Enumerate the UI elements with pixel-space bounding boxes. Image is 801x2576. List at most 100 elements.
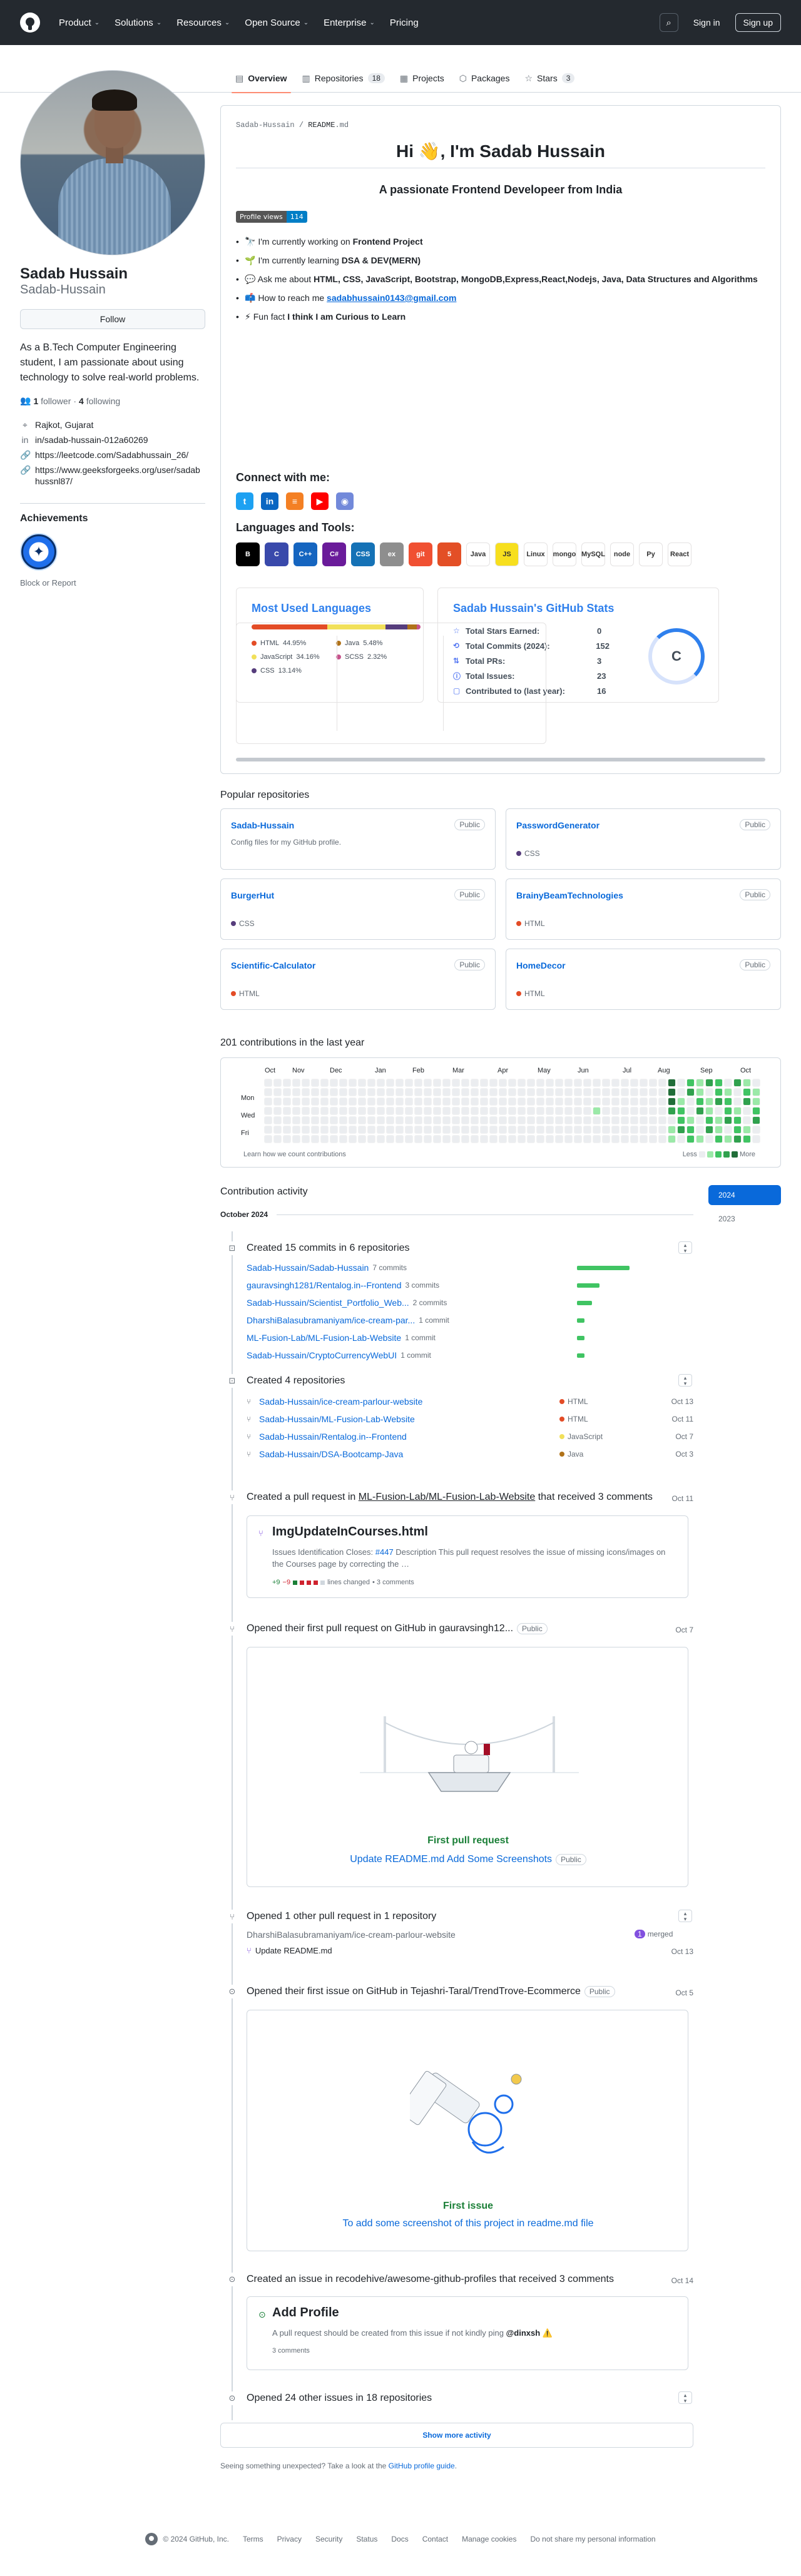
contribution-day[interactable] xyxy=(715,1135,723,1143)
fold-toggle[interactable]: ▴ ▾ xyxy=(678,2391,692,2404)
following-link[interactable]: 4 following xyxy=(79,396,120,406)
contribution-day[interactable] xyxy=(640,1079,648,1087)
contribution-day[interactable] xyxy=(630,1088,638,1096)
contribution-day[interactable] xyxy=(264,1135,272,1143)
contribution-day[interactable] xyxy=(621,1097,629,1106)
contribution-day[interactable] xyxy=(461,1079,469,1087)
other-pr-repo[interactable]: DharshiBalasubramaniyam/ice-cream-parlou… xyxy=(247,1930,456,1940)
contribution-day[interactable] xyxy=(611,1116,620,1124)
created-repo-link[interactable]: Sadab-Hussain/ML-Fusion-Lab-Website xyxy=(259,1414,559,1424)
contribution-day[interactable] xyxy=(621,1116,629,1124)
contribution-day[interactable] xyxy=(311,1107,319,1115)
contribution-day[interactable] xyxy=(518,1097,526,1106)
contribution-day[interactable] xyxy=(283,1097,291,1106)
contribution-day[interactable] xyxy=(367,1107,375,1115)
contribution-day[interactable] xyxy=(536,1126,544,1134)
contribution-day[interactable] xyxy=(536,1079,544,1087)
contribution-day[interactable] xyxy=(621,1126,629,1134)
contribution-day[interactable] xyxy=(649,1097,657,1106)
contribution-day[interactable] xyxy=(499,1135,507,1143)
contribution-day[interactable] xyxy=(602,1097,610,1106)
contribution-day[interactable] xyxy=(330,1126,338,1134)
contribution-day[interactable] xyxy=(349,1079,357,1087)
contribution-day[interactable] xyxy=(480,1135,488,1143)
contribution-day[interactable] xyxy=(640,1135,648,1143)
contribution-day[interactable] xyxy=(273,1097,282,1106)
contribution-day[interactable] xyxy=(367,1135,375,1143)
contribution-day[interactable] xyxy=(339,1116,347,1124)
contribution-day[interactable] xyxy=(283,1107,291,1115)
twitter-icon[interactable]: t xyxy=(236,492,253,510)
nav-enterprise[interactable]: Enterprise ⌄ xyxy=(317,14,381,32)
contribution-day[interactable] xyxy=(621,1088,629,1096)
contribution-day[interactable] xyxy=(349,1107,357,1115)
contribution-day[interactable] xyxy=(630,1126,638,1134)
contribution-day[interactable] xyxy=(733,1079,742,1087)
contribution-day[interactable] xyxy=(715,1097,723,1106)
contribution-day[interactable] xyxy=(461,1107,469,1115)
contribution-day[interactable] xyxy=(564,1116,573,1124)
contribution-day[interactable] xyxy=(658,1126,666,1134)
fold-toggle[interactable]: ▴ ▾ xyxy=(678,1241,692,1254)
contribution-day[interactable] xyxy=(405,1126,413,1134)
readme-scrollbar[interactable] xyxy=(236,758,765,761)
email-link[interactable]: sadabhussain0143@gmail.com xyxy=(327,293,456,303)
contribution-day[interactable] xyxy=(452,1097,460,1106)
contribution-day[interactable] xyxy=(377,1126,385,1134)
contribution-day[interactable] xyxy=(602,1116,610,1124)
contribution-day[interactable] xyxy=(480,1107,488,1115)
contribution-day[interactable] xyxy=(630,1107,638,1115)
issue-title[interactable]: Add Profile xyxy=(272,2306,339,2320)
contribution-day[interactable] xyxy=(593,1126,601,1134)
contribution-day[interactable] xyxy=(433,1126,441,1134)
contribution-day[interactable] xyxy=(668,1126,676,1134)
achievement-badge-icon[interactable]: ✦ xyxy=(20,533,58,571)
contribution-day[interactable] xyxy=(480,1116,488,1124)
fold-toggle[interactable]: ▴ ▾ xyxy=(678,1374,692,1387)
contribution-day[interactable] xyxy=(330,1107,338,1115)
contribution-day[interactable] xyxy=(471,1135,479,1143)
commit-count-link[interactable]: 3 commits xyxy=(406,1281,440,1290)
contribution-day[interactable] xyxy=(574,1135,582,1143)
contribution-day[interactable] xyxy=(405,1135,413,1143)
contribution-day[interactable] xyxy=(424,1097,432,1106)
contribution-day[interactable] xyxy=(471,1097,479,1106)
github-logo-icon[interactable] xyxy=(145,2533,158,2545)
contribution-day[interactable] xyxy=(686,1126,695,1134)
contribution-day[interactable] xyxy=(508,1135,516,1143)
show-more-activity-button[interactable]: Show more activity xyxy=(220,2423,693,2448)
tab-stars[interactable]: ☆ Stars 3 xyxy=(517,64,582,93)
contribution-day[interactable] xyxy=(518,1088,526,1096)
contribution-day[interactable] xyxy=(752,1107,760,1115)
contribution-day[interactable] xyxy=(264,1079,272,1087)
contribution-day[interactable] xyxy=(302,1116,310,1124)
contribution-day[interactable] xyxy=(593,1107,601,1115)
contribution-day[interactable] xyxy=(433,1116,441,1124)
contribution-day[interactable] xyxy=(405,1097,413,1106)
contribution-day[interactable] xyxy=(320,1088,329,1096)
contribution-day[interactable] xyxy=(602,1135,610,1143)
contribution-day[interactable] xyxy=(546,1079,554,1087)
commit-repo-link[interactable]: Sadab-Hussain/Scientist_Portfolio_Web... xyxy=(247,1298,409,1308)
contribution-day[interactable] xyxy=(743,1107,751,1115)
pr-event-repo-link[interactable]: ML-Fusion-Lab/ML-Fusion-Lab-Website xyxy=(359,1492,535,1502)
contribution-day[interactable] xyxy=(527,1107,535,1115)
contribution-day[interactable] xyxy=(649,1079,657,1087)
repo-name-link[interactable]: HomeDecor xyxy=(516,960,566,970)
contribution-day[interactable] xyxy=(264,1107,272,1115)
contribution-day[interactable] xyxy=(658,1079,666,1087)
contribution-day[interactable] xyxy=(743,1088,751,1096)
contribution-day[interactable] xyxy=(461,1097,469,1106)
contribution-day[interactable] xyxy=(405,1088,413,1096)
contribution-day[interactable] xyxy=(536,1097,544,1106)
contribution-day[interactable] xyxy=(536,1107,544,1115)
contribution-day[interactable] xyxy=(611,1107,620,1115)
readme-path-user[interactable]: Sadab-Hussain xyxy=(236,121,295,130)
profile-guide-link[interactable]: GitHub profile guide xyxy=(389,2461,455,2470)
profile-leetcode[interactable]: 🔗 https://leetcode.com/Sadabhussain_26/ xyxy=(20,449,208,461)
contribution-day[interactable] xyxy=(442,1079,451,1087)
contribution-day[interactable] xyxy=(574,1116,582,1124)
contribution-day[interactable] xyxy=(733,1097,742,1106)
contribution-day[interactable] xyxy=(621,1107,629,1115)
contribution-day[interactable] xyxy=(339,1097,347,1106)
